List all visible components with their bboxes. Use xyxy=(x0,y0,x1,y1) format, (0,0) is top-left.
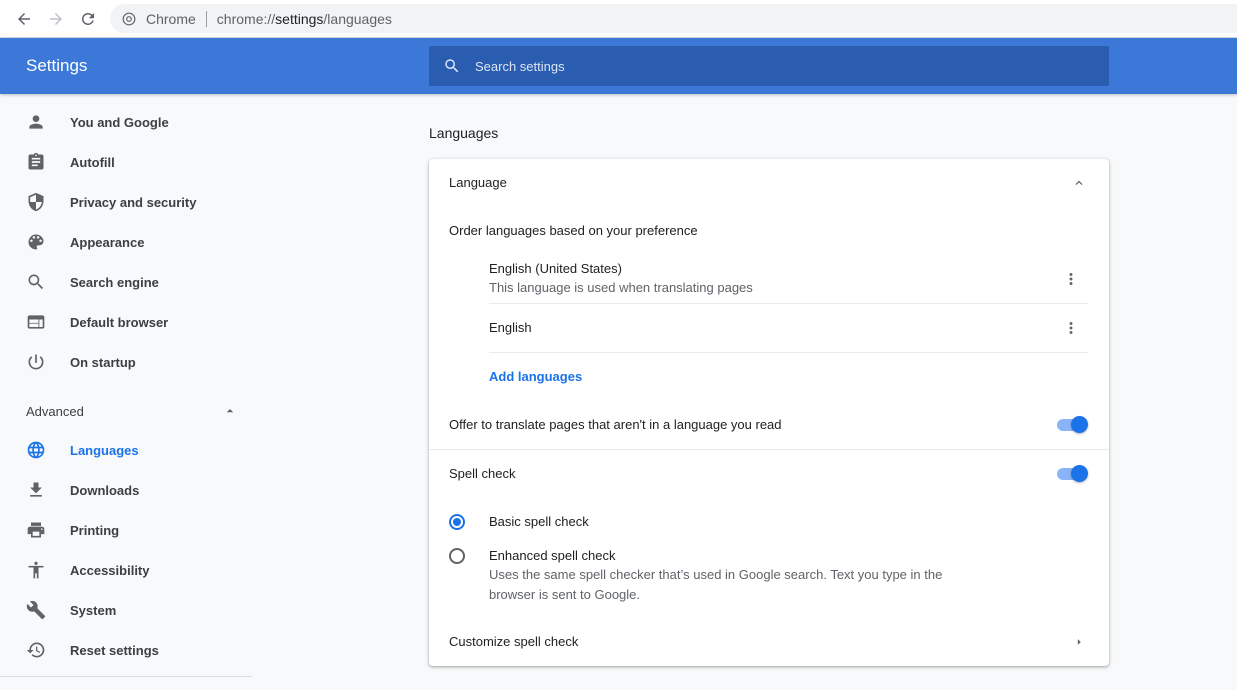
sidebar-item-label: Accessibility xyxy=(70,562,150,578)
browser-toolbar: Chrome chrome://settings/languages xyxy=(0,0,1237,38)
sidebar-item-accessibility[interactable]: Accessibility xyxy=(0,550,252,590)
reload-button[interactable] xyxy=(76,7,100,31)
language-name: English xyxy=(489,320,532,335)
more-vert-icon xyxy=(1069,322,1073,334)
search-input[interactable] xyxy=(475,58,1075,74)
chrome-icon xyxy=(122,12,136,25)
enhanced-spell-description: browser is sent to Google. xyxy=(489,587,641,602)
toggle-knob xyxy=(1071,465,1088,482)
search-icon xyxy=(26,272,46,292)
spell-check-toggle[interactable] xyxy=(1057,464,1091,484)
sidebar-item-autofill[interactable]: Autofill xyxy=(0,142,252,182)
sidebar-item-label: Appearance xyxy=(70,234,145,250)
toggle-knob xyxy=(1071,416,1088,433)
section-title: Languages xyxy=(429,125,499,141)
site-name: Chrome xyxy=(146,10,196,27)
language-name: English (United States) xyxy=(489,261,622,276)
sidebar-item-label: System xyxy=(70,602,117,618)
sidebar-item-default-browser[interactable]: Default browser xyxy=(0,302,252,342)
sidebar-advanced-toggle[interactable]: Advanced xyxy=(26,401,236,421)
languages-card: Language Order languages based on your p… xyxy=(429,159,1109,666)
url-prefix: chrome:// xyxy=(216,10,276,27)
sidebar-item-reset-settings[interactable]: Reset settings xyxy=(0,630,252,670)
sidebar-item-on-startup[interactable]: On startup xyxy=(0,342,252,382)
back-button[interactable] xyxy=(12,7,36,31)
search-icon xyxy=(445,59,459,73)
arrow-right-icon xyxy=(50,13,62,25)
globe-icon xyxy=(26,440,46,460)
section-divider xyxy=(429,449,1109,450)
accessibility-icon xyxy=(26,560,46,580)
sidebar-item-label: Default browser xyxy=(70,314,169,330)
language-menu-button[interactable] xyxy=(1061,269,1081,289)
sidebar-item-label: Privacy and security xyxy=(70,194,197,210)
offer-translate-toggle[interactable] xyxy=(1057,415,1091,435)
sidebar-item-label: Search engine xyxy=(70,274,159,290)
sidebar-item-label: Languages xyxy=(70,442,139,458)
sidebar-item-languages[interactable]: Languages xyxy=(0,430,252,470)
search-box[interactable] xyxy=(429,46,1109,86)
settings-header: Settings xyxy=(0,38,1237,94)
enhanced-spell-label: Enhanced spell check xyxy=(489,548,616,563)
language-menu-button[interactable] xyxy=(1061,318,1081,338)
customize-spell-arrow[interactable] xyxy=(1069,632,1089,652)
sidebar-item-privacy-and-security[interactable]: Privacy and security xyxy=(0,182,252,222)
person-icon xyxy=(26,112,46,132)
caret-up-icon xyxy=(226,409,234,413)
spell-check-label: Spell check xyxy=(449,466,516,481)
sidebar-item-search-engine[interactable]: Search engine xyxy=(0,262,252,302)
address-bar[interactable]: Chrome chrome://settings/languages xyxy=(110,4,1237,33)
reload-icon xyxy=(82,12,94,25)
enhanced-spell-description: Uses the same spell checker that’s used … xyxy=(489,567,943,582)
more-vert-icon xyxy=(1069,273,1073,285)
sidebar-item-appearance[interactable]: Appearance xyxy=(0,222,252,262)
basic-spell-label: Basic spell check xyxy=(489,514,589,529)
sidebar-item-system[interactable]: System xyxy=(0,590,252,630)
sidebar-item-label: Downloads xyxy=(70,482,140,498)
add-languages-button[interactable]: Add languages xyxy=(489,369,582,384)
offer-translate-label: Offer to translate pages that aren't in … xyxy=(449,417,782,432)
forward-button[interactable] xyxy=(44,7,68,31)
sidebar-item-label: Printing xyxy=(70,522,120,538)
enhanced-spell-radio[interactable] xyxy=(449,548,465,564)
url-path: /languages xyxy=(323,10,392,27)
caret-right-icon xyxy=(1077,639,1081,645)
language-header: Language xyxy=(449,175,507,190)
sidebar: You and Google Autofill Privacy and secu… xyxy=(0,94,252,690)
arrow-left-icon xyxy=(18,13,30,25)
printer-icon xyxy=(26,520,46,540)
sidebar-item-label: Autofill xyxy=(70,154,115,170)
language-divider xyxy=(489,303,1088,304)
sidebar-divider xyxy=(0,676,252,677)
language-note: This language is used when translating p… xyxy=(489,280,753,295)
palette-icon xyxy=(26,232,46,252)
sidebar-item-label: On startup xyxy=(70,354,136,370)
url-text: chrome://settings/languages xyxy=(217,11,392,27)
advanced-label: Advanced xyxy=(26,403,84,419)
page-title: Settings xyxy=(26,56,88,75)
collapse-language-button[interactable] xyxy=(1069,173,1089,193)
sidebar-item-label: You and Google xyxy=(70,114,169,130)
address-separator xyxy=(205,10,207,27)
url-host: settings xyxy=(275,10,324,27)
basic-spell-radio[interactable] xyxy=(449,514,465,530)
browser-window-icon xyxy=(26,312,46,332)
shield-icon xyxy=(26,192,46,212)
customize-spell-label[interactable]: Customize spell check xyxy=(449,634,578,649)
language-divider xyxy=(489,352,1088,353)
clipboard-icon xyxy=(26,152,46,172)
download-icon xyxy=(26,480,46,500)
history-icon xyxy=(26,640,46,660)
order-languages-label: Order languages based on your preference xyxy=(449,223,698,238)
sidebar-item-label: Reset settings xyxy=(70,642,159,658)
sidebar-item-you-and-google[interactable]: You and Google xyxy=(0,102,252,142)
wrench-icon xyxy=(26,600,46,620)
chevron-up-icon xyxy=(1075,180,1083,185)
power-icon xyxy=(26,352,46,372)
sidebar-item-printing[interactable]: Printing xyxy=(0,510,252,550)
sidebar-item-downloads[interactable]: Downloads xyxy=(0,470,252,510)
